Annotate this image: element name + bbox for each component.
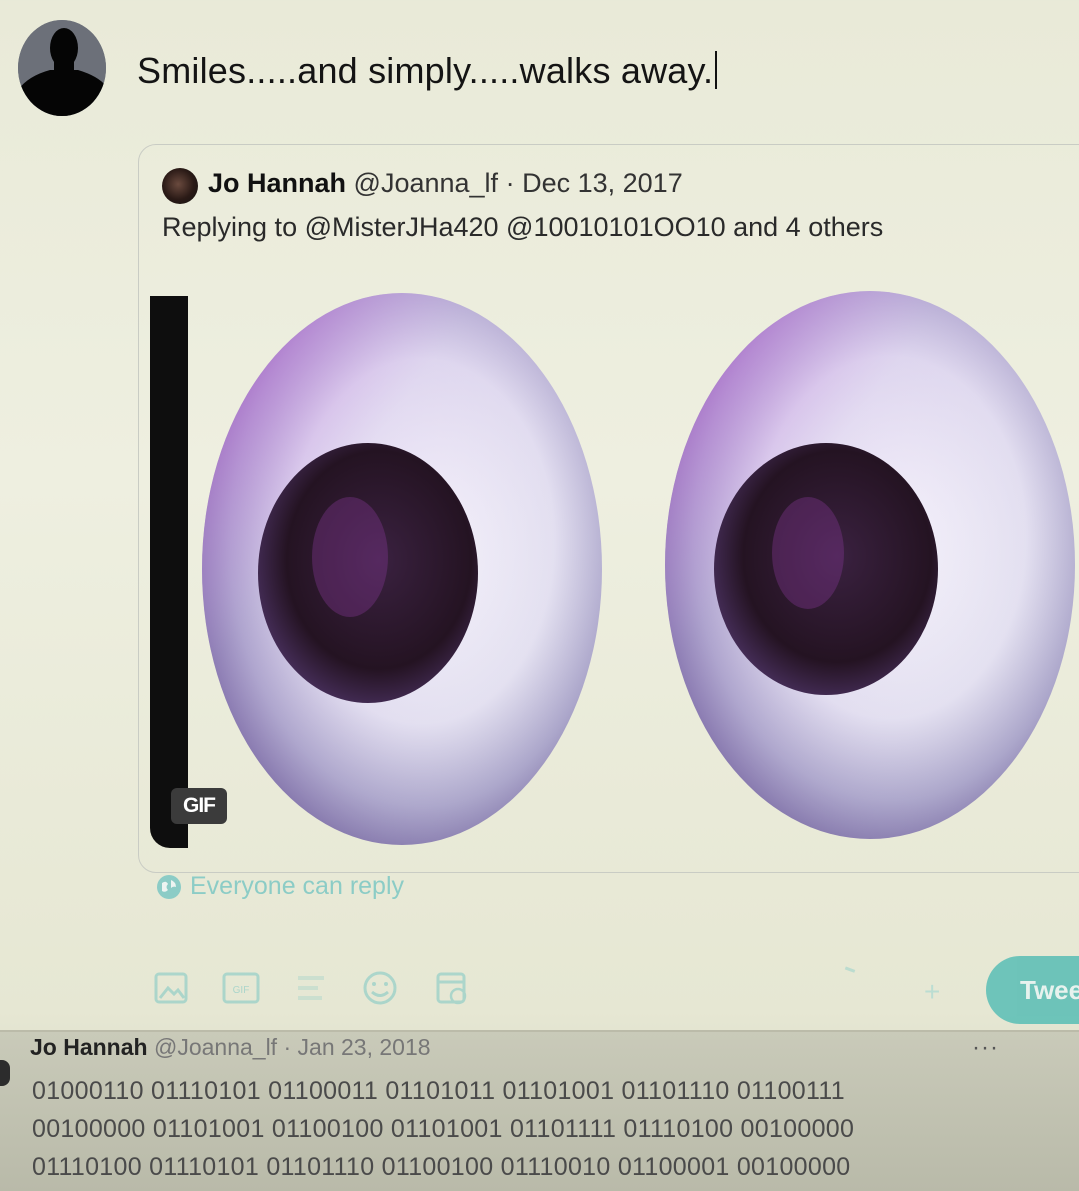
compose-input[interactable]: Smiles.....and simply.....walks away. <box>137 50 718 92</box>
silhouette-icon <box>18 20 106 116</box>
tweet-button[interactable]: Twee <box>986 956 1079 1024</box>
quoted-tweet-header: Jo Hannah @Joanna_lf · Dec 13, 2017 <box>208 168 683 199</box>
replying-to-text: Replying to @MisterJHa420 @10010101OO10 … <box>162 212 884 242</box>
timeline-author-name: Jo Hannah <box>30 1034 148 1060</box>
reply-setting-label: Everyone can reply <box>190 872 405 900</box>
reply-setting-button[interactable]: Everyone can reply <box>156 872 404 901</box>
header-separator: · <box>505 168 515 198</box>
quoted-author-avatar <box>162 168 198 204</box>
left-eye <box>202 293 602 845</box>
quoted-tweet-date: Dec 13, 2017 <box>522 168 683 198</box>
timeline-author-handle: @Joanna_lf <box>153 1034 278 1060</box>
eyes-gif[interactable] <box>190 285 1079 860</box>
more-options-icon[interactable]: ··· <box>972 1034 999 1062</box>
timeline-tweet-body: 01000110 01110101 01100011 01101011 0110… <box>32 1072 1032 1186</box>
timeline-tweet-date: Jan 23, 2018 <box>297 1034 431 1060</box>
timeline-header-separator: · <box>283 1034 292 1060</box>
globe-icon <box>157 874 181 899</box>
right-eye <box>665 291 1075 839</box>
timeline-avatar-edge <box>0 1060 10 1086</box>
tweet-text-line: 00100000 01101001 01100100 01101001 0110… <box>32 1115 855 1143</box>
svg-text:GIF: GIF <box>233 985 250 996</box>
gif-icon[interactable]: GIF <box>220 966 264 1010</box>
gif-frame-bar <box>150 296 188 848</box>
add-icon[interactable]: + <box>924 976 940 1008</box>
quoted-author-handle: @Joanna_lf <box>353 168 499 198</box>
user-avatar[interactable] <box>18 20 106 116</box>
text-caret <box>715 51 718 89</box>
compose-toolbar: GIF <box>150 966 1010 1016</box>
schedule-icon[interactable] <box>430 966 474 1010</box>
quoted-author-name: Jo Hannah <box>208 168 347 198</box>
poll-icon[interactable] <box>290 966 334 1010</box>
tweet-text-line: 01000110 01110101 01100011 01101011 0110… <box>32 1077 845 1105</box>
emoji-icon[interactable] <box>358 966 402 1010</box>
timeline-tweet-header: Jo Hannah @Joanna_lf · Jan 23, 2018 <box>30 1034 431 1061</box>
image-icon[interactable] <box>150 966 194 1010</box>
compose-text: Smiles.....and simply.....walks away. <box>137 50 714 91</box>
gif-badge: GIF <box>171 788 227 824</box>
tweet-text-line: 01110100 01110101 01101110 01100100 0111… <box>32 1153 851 1181</box>
